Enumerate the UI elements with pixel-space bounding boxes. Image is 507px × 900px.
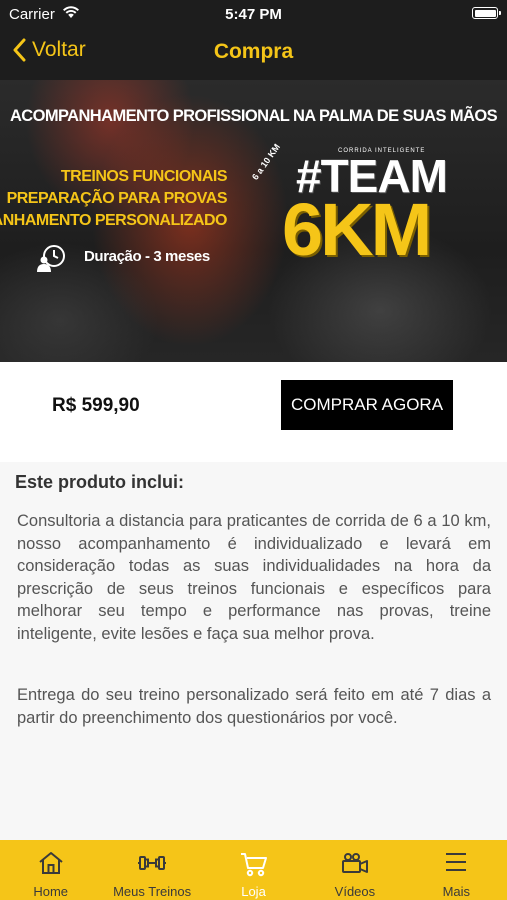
tab-meus-treinos[interactable]: Meus Treinos: [101, 840, 202, 900]
purchase-row: R$ 599,90 COMPRAR AGORA: [0, 362, 507, 462]
tab-label: Vídeos: [334, 884, 376, 899]
menu-icon: [446, 853, 467, 871]
tab-mais[interactable]: Mais: [406, 840, 507, 900]
feature-item: TREINOS FUNCIONAIS: [60, 168, 228, 185]
tab-label: Home: [33, 884, 69, 899]
dumbbell-icon: [138, 856, 167, 870]
product-details: Este produto inclui: Consultoria a dista…: [0, 462, 507, 840]
feature-item: ACOMPANHAMENTO PERSONALIZADO: [0, 212, 228, 229]
banner-features: TREINOS FUNCIONAIS PREPARAÇÃO PARA PROVA…: [0, 166, 228, 232]
back-button[interactable]: Voltar: [12, 38, 86, 62]
tab-bar: Home Meus Treinos Loja Vídeos Mais: [0, 840, 507, 900]
cart-icon: [240, 853, 267, 877]
banner-headline: ACOMPANHAMENTO PROFISSIONAL NA PALMA DE …: [9, 107, 498, 125]
tab-home[interactable]: Home: [0, 840, 101, 900]
feature-item: PREPARAÇÃO PARA PROVAS: [6, 190, 228, 207]
tab-label: Loja: [241, 884, 266, 899]
clock: 5:47 PM: [225, 6, 282, 23]
details-paragraph: Consultoria a distancia para praticantes…: [17, 512, 491, 643]
tab-label: Mais: [442, 884, 471, 899]
brand-logo-line2: 6KM: [282, 188, 432, 271]
duration-clock-icon: [36, 243, 68, 278]
back-label: Voltar: [32, 38, 86, 61]
tab-loja[interactable]: Loja: [203, 840, 304, 900]
product-banner: ACOMPANHAMENTO PROFISSIONAL NA PALMA DE …: [0, 80, 507, 362]
banner-distance: 6 a 10 KM: [250, 141, 283, 182]
product-price: R$ 599,90: [52, 395, 140, 416]
home-icon: [39, 852, 63, 874]
navigation-bar: Voltar Compra: [0, 28, 507, 80]
status-bar: Carrier 5:47 PM: [0, 0, 507, 28]
buy-now-button[interactable]: COMPRAR AGORA: [281, 380, 453, 430]
battery-icon: [472, 7, 501, 19]
video-camera-icon: [341, 853, 368, 873]
tab-label: Meus Treinos: [113, 884, 192, 899]
details-paragraph: Entrega do seu treino personalizado será…: [17, 686, 491, 727]
banner-duration: Duração - 3 meses: [84, 248, 210, 265]
tab-videos[interactable]: Vídeos: [304, 840, 405, 900]
details-heading: Este produto inclui:: [15, 472, 184, 492]
chevron-left-icon: [13, 38, 26, 62]
